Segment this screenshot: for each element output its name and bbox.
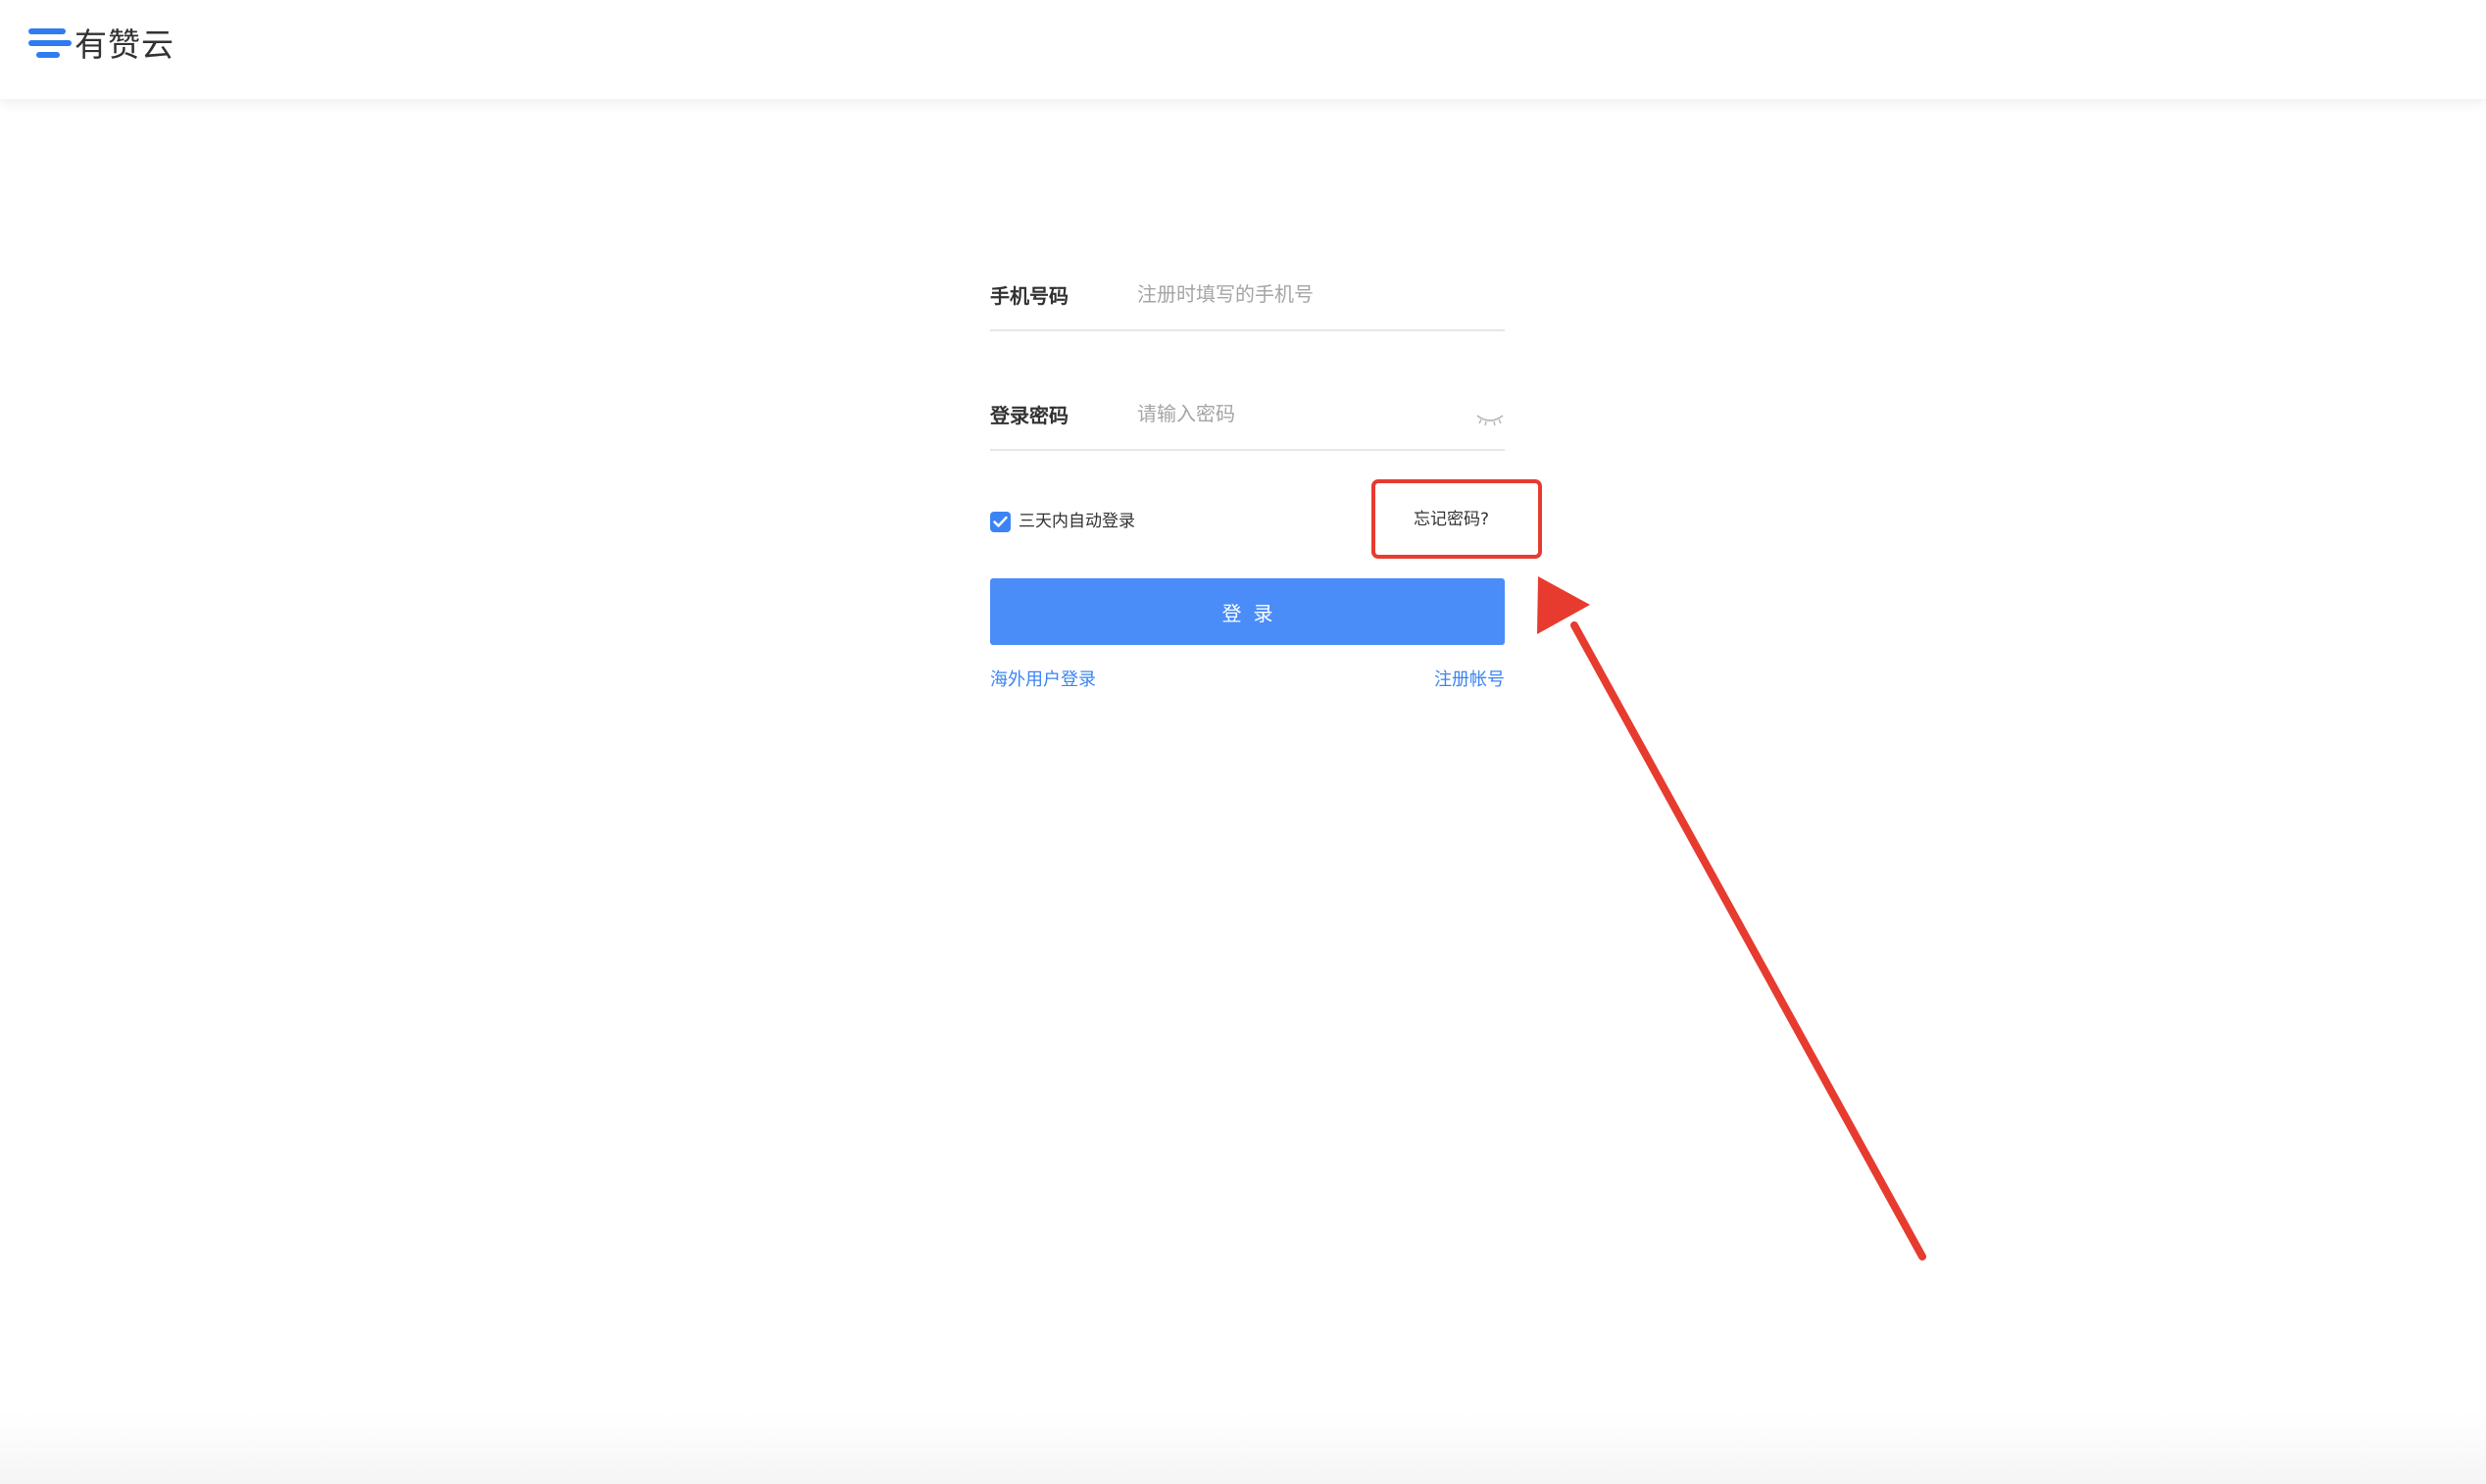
password-field: 登录密码 [990, 384, 1505, 451]
top-header: 有赞云 [0, 0, 2486, 99]
password-input[interactable] [1137, 396, 1470, 431]
login-button[interactable]: 登录 [990, 578, 1505, 645]
phone-field: 手机号码 [990, 265, 1505, 331]
check-icon [993, 516, 1008, 527]
annotation-arrow-icon [1537, 576, 1926, 1261]
remember-checkbox[interactable] [990, 512, 1011, 532]
register-link[interactable]: 注册帐号 [1434, 668, 1505, 692]
password-label: 登录密码 [990, 404, 1069, 427]
eye-closed-icon[interactable] [1475, 412, 1505, 426]
login-page: 有赞云 手机号码 登录密码 [0, 0, 2486, 1484]
remember-label[interactable]: 三天内自动登录 [1019, 510, 1135, 533]
logo-text[interactable]: 有赞云 [75, 24, 174, 67]
phone-label: 手机号码 [990, 284, 1069, 308]
phone-input[interactable] [1137, 276, 1470, 312]
logo-icon[interactable] [28, 28, 72, 62]
overseas-login-link[interactable]: 海外用户登录 [990, 668, 1096, 692]
bottom-fade [0, 1411, 2486, 1484]
annotation-highlight-box [1371, 479, 1542, 559]
